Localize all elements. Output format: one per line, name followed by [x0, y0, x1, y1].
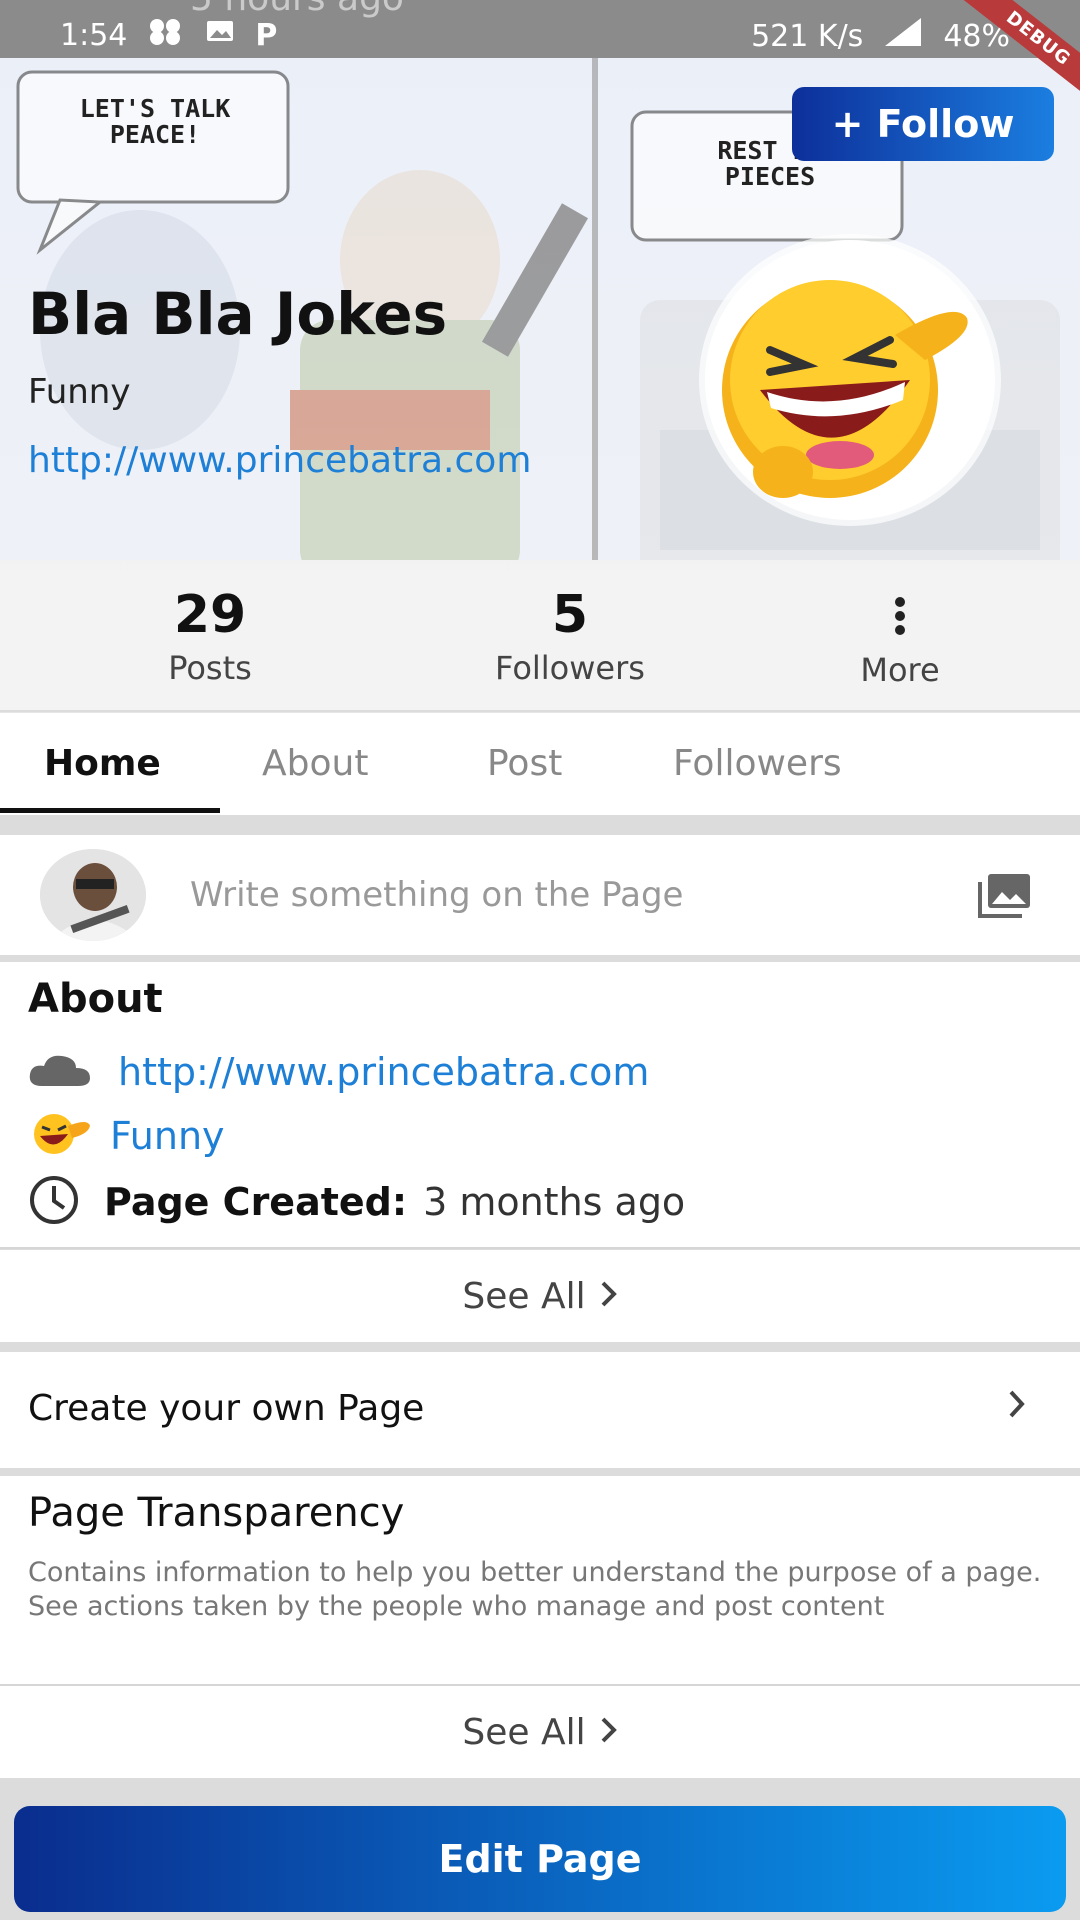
create-page-label: Create your own Page [28, 1388, 425, 1429]
see-all-label: See All [462, 1711, 586, 1753]
laughing-emoji-icon [722, 280, 968, 498]
divider [0, 1247, 1080, 1249]
parking-notification-icon: P [255, 17, 278, 53]
status-time: 1:54 [60, 17, 128, 53]
page-website-link[interactable]: http://www.princebatra.com [28, 440, 531, 481]
about-created-row: Page Created: 3 months ago [28, 1174, 685, 1230]
followers-stat[interactable]: 5 Followers [470, 585, 670, 687]
network-speed: 521 K/s [751, 18, 864, 54]
followers-count: 5 [551, 585, 589, 645]
tab-about[interactable]: About [262, 743, 368, 784]
clock-icon [28, 1174, 104, 1230]
composer-placeholder[interactable]: Write something on the Page [190, 875, 683, 915]
speech-bubble-left-text: LET'S TALK PEACE! [79, 94, 231, 149]
tab-home[interactable]: Home [44, 743, 161, 784]
page-transparency-card: Page Transparency Contains information t… [0, 1476, 1080, 1684]
chevron-right-icon [1008, 1388, 1026, 1428]
about-website-link[interactable]: http://www.princebatra.com [118, 1050, 649, 1094]
chevron-right-icon [600, 1712, 618, 1753]
active-tab-indicator [0, 808, 220, 813]
about-website-row[interactable]: http://www.princebatra.com [28, 1050, 649, 1094]
edit-page-button[interactable]: Edit Page [14, 1806, 1066, 1912]
page-tabs: Home About Post Followers [0, 712, 1080, 815]
more-button[interactable]: More [835, 585, 965, 689]
about-title: About [28, 976, 163, 1022]
signal-icon [881, 16, 925, 56]
more-label: More [860, 651, 940, 689]
cover-header: LET'S TALK PEACE! REST IN PIECES 5 hours… [0, 0, 1080, 710]
tab-post[interactable]: Post [487, 743, 562, 784]
gallery-notification-icon [205, 17, 235, 53]
transparency-title: Page Transparency [28, 1490, 405, 1536]
tab-followers[interactable]: Followers [673, 743, 842, 784]
photo-icon[interactable] [978, 872, 1032, 922]
about-category-row[interactable]: Funny [28, 1112, 225, 1160]
created-value: 3 months ago [423, 1180, 686, 1224]
posts-label: Posts [168, 649, 252, 687]
about-card: About http://www.princebatra.com Funny P… [0, 962, 1080, 1247]
posts-stat[interactable]: 29 Posts [140, 585, 280, 687]
post-composer[interactable]: Write something on the Page [0, 835, 1080, 955]
page-title: Bla Bla Jokes [28, 280, 448, 348]
about-see-all-button[interactable]: See All [0, 1250, 1080, 1342]
app-notification-icon [147, 16, 185, 54]
user-avatar[interactable] [40, 849, 146, 941]
status-bar: 5 hours ago 1:54 P 521 K/s 48% DEBUG [0, 0, 1080, 113]
transparency-see-all-button[interactable]: See All [0, 1686, 1080, 1778]
laughing-emoji-icon [28, 1112, 110, 1160]
page-stats: 29 Posts 5 Followers More [0, 585, 1080, 695]
follow-button[interactable]: + Follow [792, 87, 1054, 161]
create-page-row[interactable]: Create your own Page [0, 1352, 1080, 1468]
about-category-link[interactable]: Funny [110, 1114, 225, 1158]
chevron-right-icon [600, 1276, 618, 1317]
more-vertical-icon [835, 585, 965, 647]
followers-label: Followers [495, 649, 645, 687]
page-category: Funny [28, 372, 131, 412]
see-all-label: See All [462, 1275, 586, 1317]
page-profile-avatar[interactable] [705, 240, 995, 520]
created-label: Page Created: [104, 1180, 408, 1224]
cloud-icon [28, 1052, 118, 1092]
transparency-description: Contains information to help you better … [28, 1557, 1042, 1622]
posts-count: 29 [173, 585, 247, 645]
